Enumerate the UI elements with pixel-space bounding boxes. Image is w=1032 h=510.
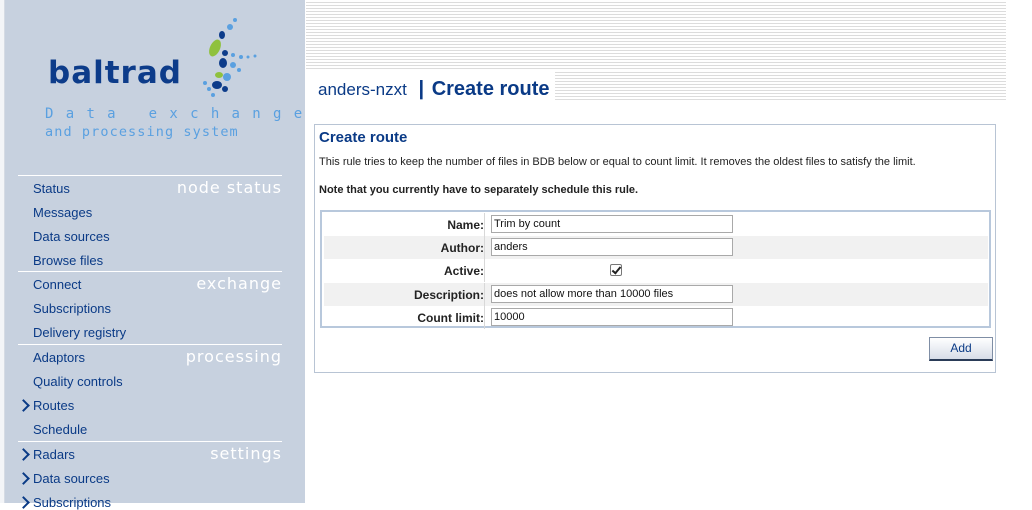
nav-section-settings: settings Radars Data sources Subscriptio…	[17, 441, 282, 510]
panel-title: Create route	[319, 129, 408, 146]
chevron-right-icon	[17, 472, 30, 485]
create-route-panel: Create route This rule tries to keep the…	[314, 124, 996, 373]
nav-item-status[interactable]: Status	[33, 181, 70, 196]
form-row-active: Active:	[324, 259, 988, 282]
author-input[interactable]	[491, 238, 733, 256]
nav-item-radars-label: Radars	[33, 447, 75, 462]
nav-item-subscriptions[interactable]: Subscriptions	[33, 301, 111, 316]
node-name: anders-nzxt	[318, 80, 407, 99]
nav-item-settings-data-sources-label: Data sources	[33, 471, 110, 486]
form-row-count-limit: Count limit:	[324, 306, 988, 329]
count-limit-label: Count limit:	[417, 311, 484, 325]
page-title: Create route	[431, 78, 550, 100]
nav-item-routes[interactable]: Routes	[17, 398, 75, 413]
form-row-author: Author:	[324, 236, 988, 259]
nav-heading-exchange: exchange	[196, 274, 282, 293]
nav-heading-processing: processing	[185, 347, 282, 366]
route-form: Name: Author: Active: Description: Count…	[320, 210, 991, 329]
nav-item-settings-data-sources[interactable]: Data sources	[17, 471, 110, 486]
active-label: Active:	[443, 264, 484, 278]
nav-section-node-status: node status Status Messages Data sources…	[18, 175, 282, 272]
baltrad-logo[interactable]: baltrad Data exchange and processing sys…	[5, 0, 305, 170]
nav-item-connect[interactable]: Connect	[33, 277, 81, 292]
nav-item-delivery-registry[interactable]: Delivery registry	[33, 325, 126, 340]
nav-item-routes-label: Routes	[33, 398, 75, 413]
nav-item-browse-files[interactable]: Browse files	[33, 253, 103, 268]
header-banner-extension	[555, 70, 1006, 102]
nav-heading-settings: settings	[210, 444, 282, 463]
column-divider	[484, 236, 485, 259]
active-checkbox[interactable]	[610, 264, 622, 276]
add-button[interactable]: Add	[929, 337, 993, 361]
nav-item-data-sources[interactable]: Data sources	[33, 229, 110, 244]
logo-wordmark: baltrad	[48, 55, 182, 91]
panel-description: This rule tries to keep the number of fi…	[319, 156, 916, 168]
description-input[interactable]	[491, 285, 733, 303]
nav-item-radars[interactable]: Radars	[17, 447, 75, 462]
nav-item-adaptors[interactable]: Adaptors	[33, 350, 85, 365]
column-divider	[484, 306, 485, 329]
header-banner	[306, 0, 1006, 70]
form-row-description: Description:	[324, 283, 988, 306]
page-header: anders-nzxt | Create route	[318, 78, 550, 101]
page-right-margin	[1006, 0, 1032, 503]
description-label: Description:	[413, 288, 484, 302]
nav-heading-node-status: node status	[176, 178, 282, 197]
logo-dots-icon	[203, 18, 257, 97]
name-input[interactable]	[491, 215, 733, 233]
nav-item-messages[interactable]: Messages	[33, 205, 92, 220]
author-label: Author:	[440, 241, 484, 255]
count-limit-input[interactable]	[491, 308, 733, 326]
form-row-name: Name:	[324, 213, 988, 236]
nav-section-exchange: exchange Connect Subscriptions Delivery …	[18, 271, 282, 345]
logo-tagline-1: Data exchange	[45, 106, 315, 122]
chevron-right-icon	[17, 448, 30, 461]
checkmark-icon	[611, 264, 622, 275]
nav-item-quality-controls[interactable]: Quality controls	[33, 374, 123, 389]
logo-tagline-2: and processing system	[45, 124, 239, 140]
column-divider	[484, 213, 485, 236]
sidebar: baltrad Data exchange and processing sys…	[5, 0, 305, 510]
panel-note: Note that you currently have to separate…	[319, 184, 639, 196]
header-separator: |	[418, 78, 425, 100]
nav-item-schedule[interactable]: Schedule	[33, 422, 87, 437]
column-divider	[484, 259, 485, 282]
chevron-right-icon	[17, 399, 30, 412]
nav-section-processing: processing Adaptors Quality controls Rou…	[17, 344, 282, 442]
column-divider	[484, 283, 485, 306]
name-label: Name:	[447, 218, 484, 232]
